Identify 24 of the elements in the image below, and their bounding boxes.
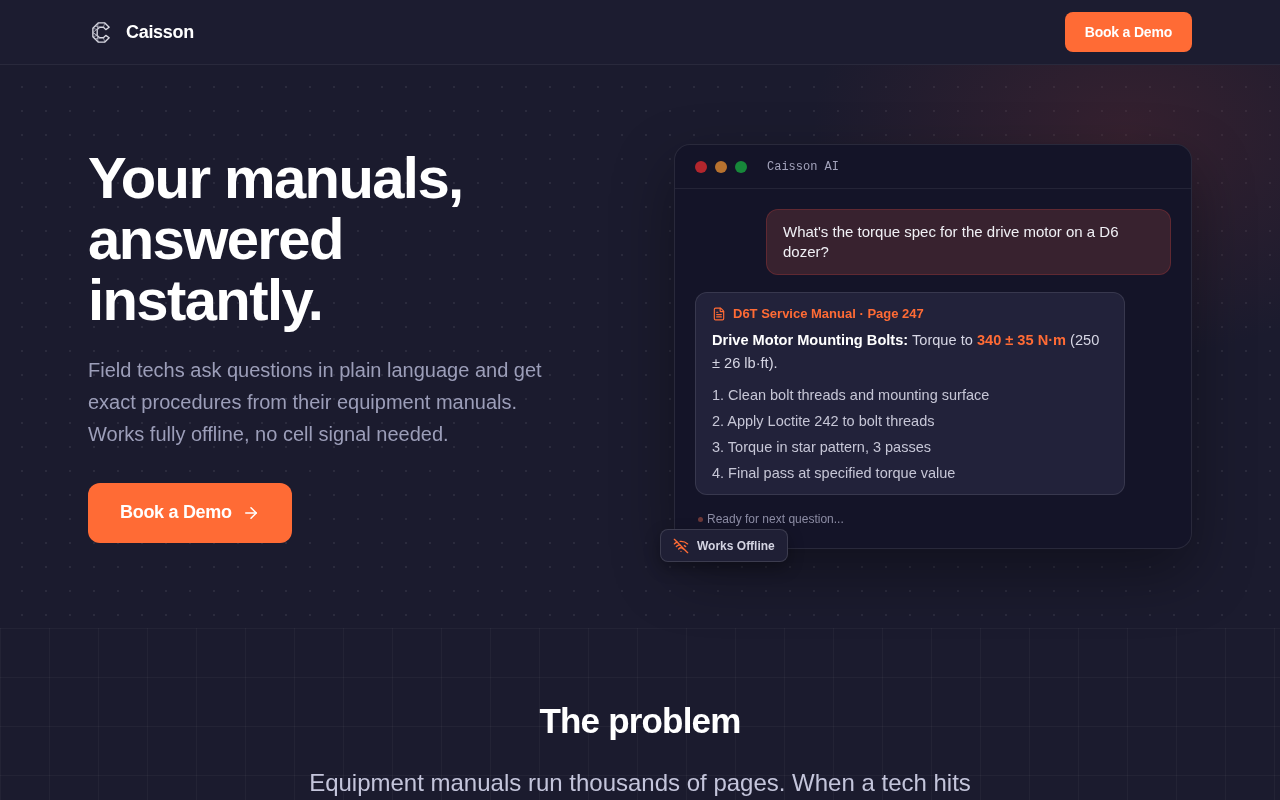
window-control-icon [695,160,707,173]
source-reference: D6T Service Manual · Page 247 [733,306,924,321]
procedure-step: 2. Apply Loctite 242 to bolt threads [712,408,1110,434]
section-text: Equipment manuals run thousands of pages. When a tech hits [309,768,971,798]
window-control-icon [715,160,727,173]
section-heading: The problem [539,701,741,741]
hero-heading: Your manuals, answered instantly. [88,146,464,330]
wifi-off-icon [673,537,689,554]
window-control-icon [735,160,747,173]
status-text: Ready for next question... [707,512,844,526]
procedure-step: 3. Torque in star pattern, 3 passes [712,434,1110,460]
document-icon [712,306,726,321]
chat-title: Caisson AI [767,159,839,174]
procedure-step: 1. Clean bolt threads and mounting surface [712,382,1110,408]
book-demo-button[interactable]: Book a Demo [88,482,292,543]
hero-description: Field techs ask questions in plain language and get exact procedures from their equipment manuals. Works fully offline, no cell signal needed. [88,357,543,447]
logo-icon [90,20,113,44]
procedure-step: 4. Final pass at specified torque value [712,460,1110,486]
question-bubble: What's the torque spec for the drive motor on a D6 dozer? [766,209,1171,275]
brand-name: Caisson [126,21,194,43]
status-dot-icon [698,516,703,522]
badge-label: Works Offline [697,538,775,553]
answer-text: Drive Motor Mounting Bolts: Torque to 340 ± 35 N·m (250 ± 26 lb·ft). [712,331,1101,373]
book-demo-button[interactable]: Book a Demo [1064,12,1192,52]
